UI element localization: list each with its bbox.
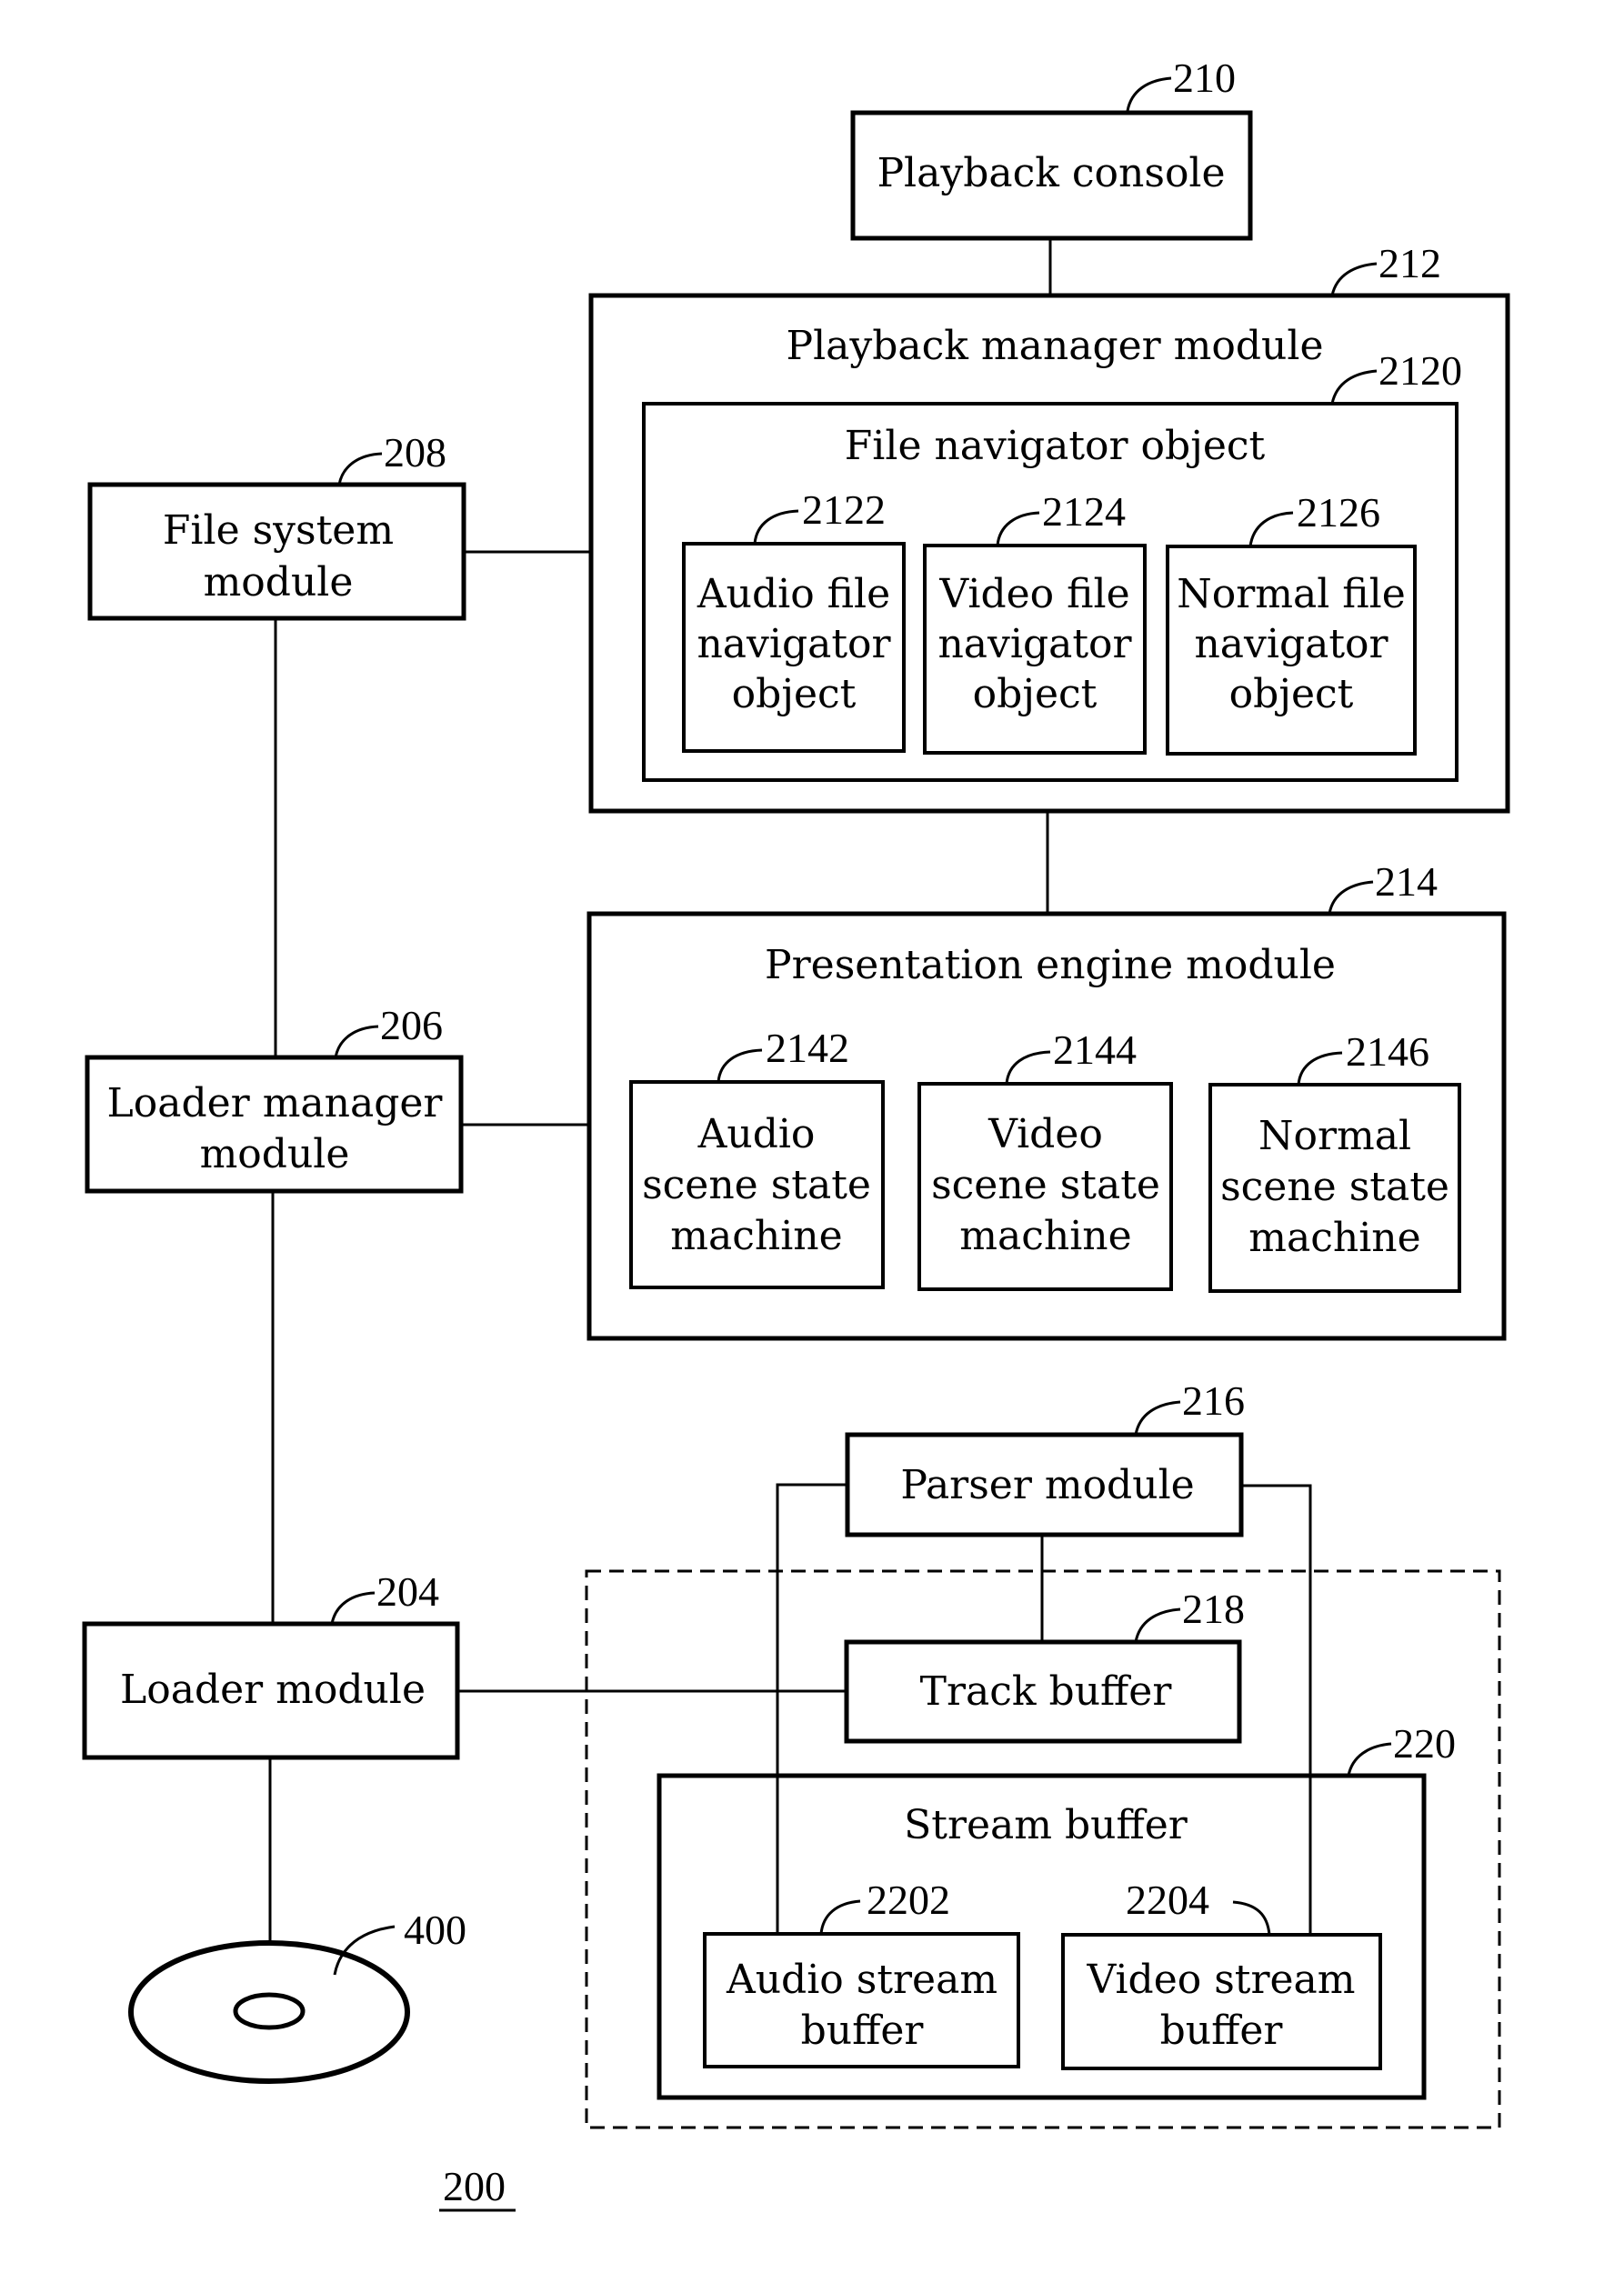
audio-file-navigator-line-3: object (732, 671, 857, 717)
ref-label-220: 220 (1393, 1720, 1456, 1767)
loader-module-label: Loader module (120, 1667, 426, 1713)
loader-module-node[interactable]: Loader module (82, 1621, 460, 1760)
audio-stream-line-2: buffer (801, 2008, 925, 2054)
block-diagram: Playback console 210 Playback manager mo… (82, 55, 1510, 2212)
audio-file-navigator-node[interactable]: Audio file navigator object (682, 542, 906, 753)
ref-label-2126: 2126 (1297, 489, 1380, 536)
ref-label-218: 218 (1182, 1586, 1245, 1632)
video-file-navigator-node[interactable]: Video file navigator object (923, 544, 1147, 755)
audio-stream-buffer-node[interactable]: Audio stream buffer (703, 1932, 1020, 2068)
video-file-navigator-line-1: Video file (938, 571, 1129, 617)
loader-manager-line-1: Loader manager (107, 1080, 444, 1126)
parser-module-node[interactable]: Parser module (845, 1432, 1244, 1537)
audio-scene-line-3: machine (670, 1213, 842, 1259)
leader-204 (330, 1591, 376, 1625)
leader-216 (1134, 1400, 1181, 1436)
ref-label-212: 212 (1378, 240, 1441, 286)
normal-file-navigator-node[interactable]: Normal file navigator object (1166, 545, 1417, 756)
ref-label-2142: 2142 (766, 1025, 849, 1071)
video-scene-line-1: Video (987, 1111, 1103, 1157)
file-navigator-label: File navigator object (845, 423, 1266, 469)
video-scene-state-machine-node[interactable]: Video scene state machine (917, 1082, 1173, 1291)
playback-manager-label: Playback manager module (786, 323, 1323, 369)
leader-218 (1134, 1607, 1181, 1643)
normal-file-navigator-line-3: object (1229, 671, 1354, 717)
video-scene-line-2: scene state (931, 1162, 1160, 1208)
ref-label-2146: 2146 (1346, 1028, 1429, 1075)
file-system-line-2: module (204, 559, 354, 606)
ref-label-400: 400 (404, 1907, 466, 1953)
video-file-navigator-line-3: object (973, 671, 1098, 717)
loader-manager-module-node[interactable]: Loader manager module (85, 1055, 464, 1194)
file-system-module-node[interactable]: File system module (87, 482, 466, 621)
audio-scene-line-2: scene state (642, 1162, 871, 1208)
track-buffer-label: Track buffer (920, 1668, 1173, 1715)
ref-label-2122: 2122 (802, 486, 886, 533)
loader-manager-line-2: module (200, 1131, 350, 1177)
playback-console-label: Playback console (877, 150, 1225, 196)
video-stream-line-2: buffer (1160, 2008, 1284, 2054)
ref-label-210: 210 (1173, 55, 1236, 101)
presentation-engine-label: Presentation engine module (765, 942, 1336, 988)
normal-scene-line-1: Normal (1258, 1113, 1411, 1159)
normal-file-navigator-line-2: navigator (1194, 621, 1388, 667)
leader-206 (334, 1025, 379, 1058)
file-system-line-1: File system (163, 507, 394, 554)
ref-label-204: 204 (376, 1568, 439, 1615)
leader-220 (1347, 1742, 1392, 1777)
ref-label-206: 206 (380, 1002, 443, 1048)
video-stream-line-1: Video stream (1086, 1957, 1355, 2003)
track-buffer-node[interactable]: Track buffer (844, 1639, 1242, 1744)
ref-label-2120: 2120 (1378, 347, 1462, 394)
normal-scene-line-3: machine (1248, 1215, 1420, 1261)
optical-disc-icon[interactable] (128, 1940, 410, 2084)
video-file-navigator-line-2: navigator (937, 621, 1132, 667)
ref-label-2144: 2144 (1053, 1026, 1137, 1073)
leader-212 (1330, 262, 1378, 296)
stream-buffer-label: Stream buffer (904, 1802, 1188, 1848)
audio-file-navigator-line-2: navigator (697, 621, 891, 667)
video-scene-line-3: machine (959, 1213, 1131, 1259)
leader-210 (1126, 76, 1172, 112)
audio-stream-line-1: Audio stream (726, 1957, 997, 2003)
ref-label-2202: 2202 (867, 1877, 950, 1923)
figure-number: 200 (443, 2163, 506, 2209)
leader-214 (1328, 880, 1374, 915)
parser-module-label: Parser module (900, 1462, 1194, 1508)
playback-console-node[interactable]: Playback console (850, 110, 1253, 241)
ref-label-214: 214 (1375, 858, 1438, 905)
normal-scene-state-machine-node[interactable]: Normal scene state machine (1208, 1083, 1461, 1293)
ref-label-2124: 2124 (1042, 488, 1126, 535)
ref-label-216: 216 (1182, 1377, 1245, 1424)
normal-file-navigator-line-1: Normal file (1177, 571, 1406, 617)
audio-file-navigator-line-1: Audio file (697, 571, 890, 617)
audio-scene-state-machine-node[interactable]: Audio scene state machine (629, 1080, 885, 1289)
normal-scene-line-2: scene state (1220, 1164, 1449, 1210)
video-stream-buffer-node[interactable]: Video stream buffer (1061, 1933, 1382, 2070)
leader-208 (337, 452, 383, 486)
ref-label-2204: 2204 (1126, 1877, 1209, 1923)
ref-label-208: 208 (384, 429, 446, 476)
audio-scene-line-1: Audio (697, 1111, 816, 1157)
